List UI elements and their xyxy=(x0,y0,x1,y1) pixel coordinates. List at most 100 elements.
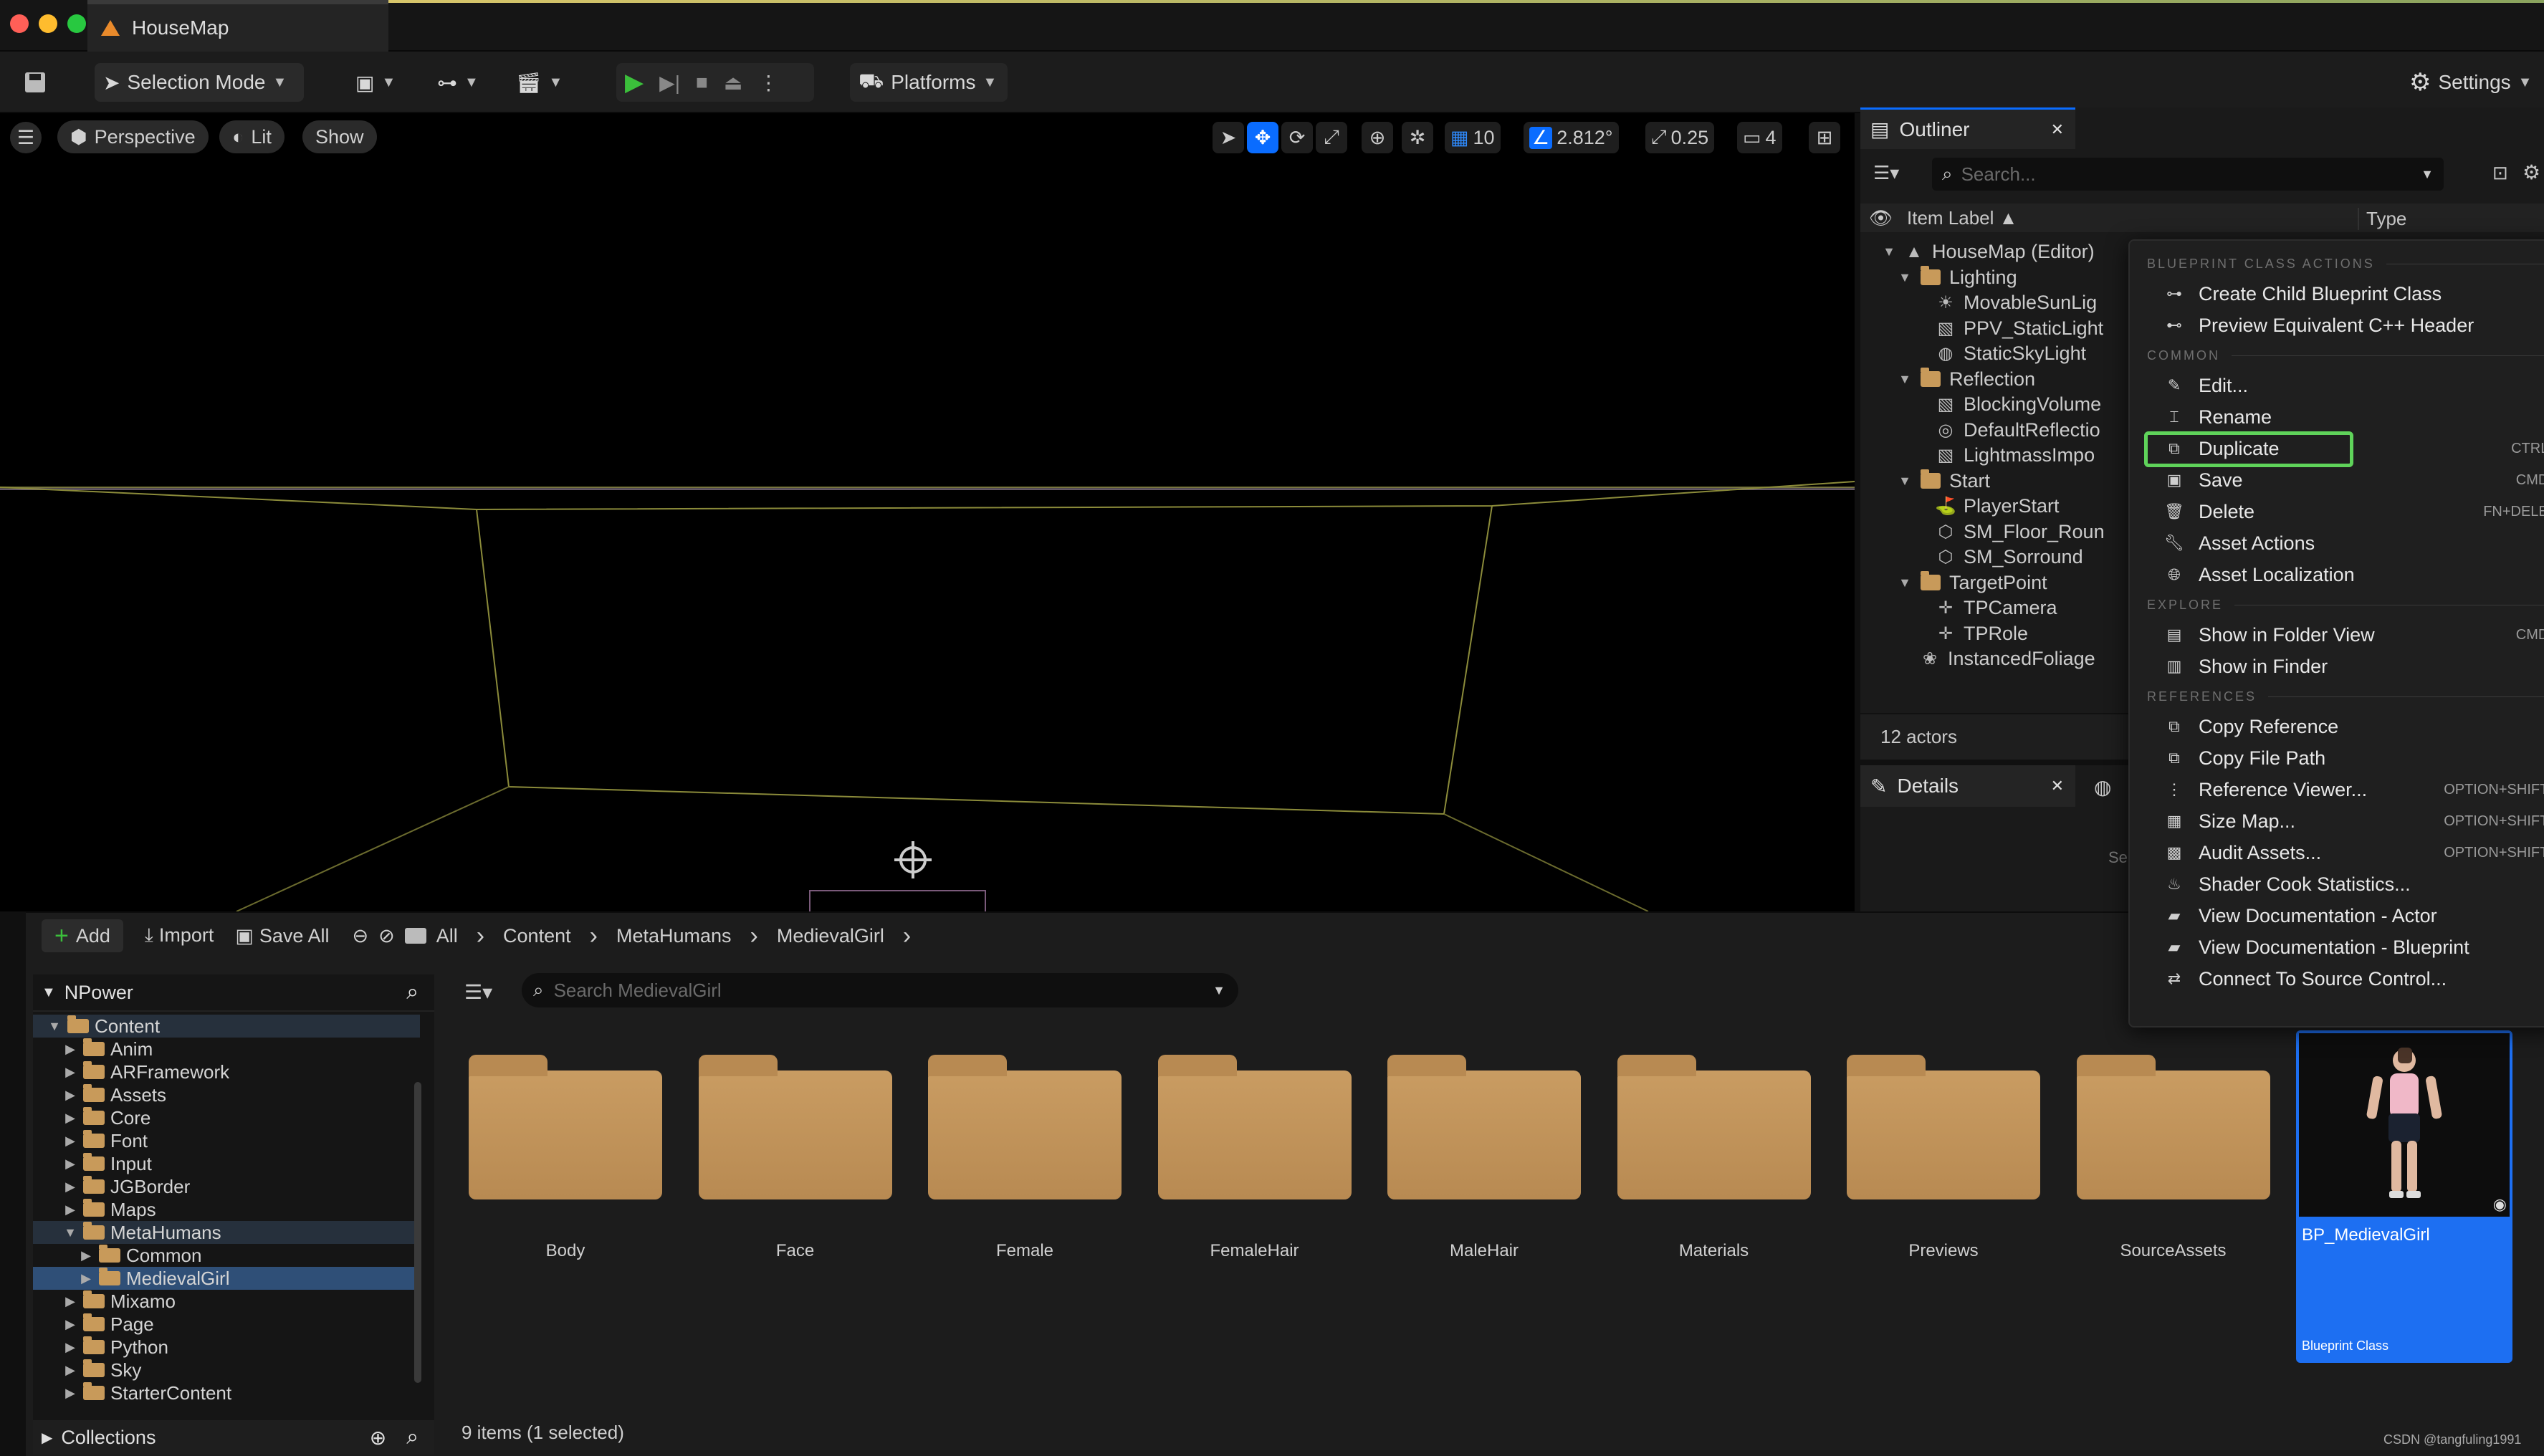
selection-mode-dropdown[interactable]: ➤ Selection Mode ▼ xyxy=(95,63,304,102)
filter-icon[interactable]: ☰▾ xyxy=(464,980,492,1004)
folder-tree-item[interactable]: ▶ Input xyxy=(33,1152,420,1175)
folder-tree-item[interactable]: ▶ Sky xyxy=(33,1359,420,1381)
outliner-row[interactable]: ✛ TPCamera xyxy=(1860,595,2133,621)
chevron-right-icon[interactable]: ▶ xyxy=(63,1134,77,1149)
outliner-row[interactable]: ▼ Reflection xyxy=(1860,367,2133,393)
chevron-right-icon[interactable]: ▶ xyxy=(63,1111,77,1126)
menu-item-view-documentation-actor[interactable]: ▰ View Documentation - Actor xyxy=(2130,900,2544,931)
visibility-eye-icon[interactable]: 👁︎ xyxy=(1869,207,1893,229)
tab-outliner[interactable]: ▤ Outliner ✕ xyxy=(1860,107,2075,149)
chevron-right-icon[interactable]: ▶ xyxy=(63,1294,77,1309)
lit-button[interactable]: ◐ Lit xyxy=(219,120,284,153)
menu-item-show-in-finder[interactable]: ▥ Show in Finder xyxy=(2130,651,2544,682)
outliner-search-input[interactable]: ⌕ Search... ▼ xyxy=(1932,158,2444,191)
chevron-down-icon[interactable]: ▼ xyxy=(1882,244,1896,259)
close-icon[interactable]: ✕ xyxy=(2051,777,2064,795)
add-folder-icon[interactable]: ⊡ xyxy=(2492,162,2508,184)
chevron-right-icon[interactable]: ▶ xyxy=(79,1271,93,1286)
chevron-down-icon[interactable]: ▼ xyxy=(63,1225,77,1240)
world-local-toggle[interactable]: ⊕ xyxy=(1362,122,1393,153)
menu-item-shader-cook-statistics[interactable]: ♨ Shader Cook Statistics... xyxy=(2130,868,2544,900)
folder-tree-item[interactable]: ▶ Core xyxy=(33,1106,420,1129)
blueprints-button[interactable]: ⊶ ▼ xyxy=(429,63,487,102)
folder-tree-item[interactable]: ▶ Common xyxy=(33,1244,420,1267)
asset-search-input[interactable]: ⌕ Search MedievalGirl ▼ xyxy=(522,973,1238,1007)
translate-tool-button[interactable]: ✥ xyxy=(1247,122,1278,153)
back-icon[interactable]: ⊖ xyxy=(352,925,368,947)
menu-item-size-map[interactable]: ▦ Size Map... OPTION+SHIFT+ xyxy=(2130,805,2544,837)
folder-tile-female[interactable]: Female xyxy=(928,1042,1122,1260)
scale-tool-button[interactable]: ⤢ xyxy=(1316,122,1347,153)
chevron-right-icon[interactable]: ▶ xyxy=(63,1317,77,1332)
asset-tile-bp-medievalgirl[interactable]: ◉ BP_MedievalGirl Blueprint Class xyxy=(2296,1030,2512,1363)
add-actor-button[interactable]: ▣ ▼ xyxy=(347,63,404,102)
chevron-right-icon[interactable]: › xyxy=(750,922,758,950)
platforms-dropdown[interactable]: ⛟ Platforms ▼ xyxy=(850,63,1008,102)
chevron-down-icon[interactable]: ▼ xyxy=(1898,575,1912,590)
outliner-row[interactable]: ▧ LightmassImpo xyxy=(1860,443,2133,469)
chevron-right-icon[interactable]: › xyxy=(477,922,484,950)
level-tab[interactable]: HouseMap xyxy=(87,0,388,52)
menu-item-rename[interactable]: ⌶RenameF xyxy=(2130,401,2544,433)
scale-snap-button[interactable]: ⤢ 0.25 xyxy=(1645,122,1715,153)
viewport-layout-button[interactable]: ⊞ xyxy=(1809,122,1840,153)
advance-frame-icon[interactable]: ▶| xyxy=(659,71,680,95)
folder-tree-item[interactable]: ▶ ARFramework xyxy=(33,1060,420,1083)
menu-item-asset-actions[interactable]: 🔧︎Asset Actions› xyxy=(2130,527,2544,559)
menu-item-edit[interactable]: ✎ Edit... xyxy=(2130,370,2544,401)
search-icon[interactable]: ⌕ xyxy=(406,1425,419,1450)
menu-item-show-in-folder-view[interactable]: ▤ Show in Folder View CMD+ xyxy=(2130,619,2544,651)
folder-tree-item[interactable]: ▶ Maps xyxy=(33,1198,420,1221)
folder-tree-item[interactable]: ▶ MedievalGirl xyxy=(33,1267,420,1290)
surface-snap-button[interactable]: ✲ xyxy=(1402,122,1433,153)
close-window-button[interactable] xyxy=(10,14,29,33)
stop-icon[interactable]: ■ xyxy=(696,71,708,94)
folder-tree-item[interactable]: ▶ Assets xyxy=(33,1083,420,1106)
level-viewport[interactable]: ☰ ⬢ Perspective ◐ Lit Show ➤ ✥ ⟳ ⤢ ⊕ ✲ ▦ 10… xyxy=(0,113,1855,911)
chevron-right-icon[interactable]: ▶ xyxy=(63,1363,77,1378)
chevron-right-icon[interactable]: ▶ xyxy=(63,1202,77,1217)
chevron-right-icon[interactable]: ▶ xyxy=(63,1042,77,1057)
menu-item-duplicate[interactable]: ⧉DuplicateCTRL+ xyxy=(2130,431,2544,467)
outliner-row[interactable]: ▧ PPV_StaticLight xyxy=(1860,316,2133,342)
outliner-row[interactable]: ◎ DefaultReflectio xyxy=(1860,418,2133,444)
folder-tile-femalehair[interactable]: FemaleHair xyxy=(1157,1042,1352,1260)
chevron-right-icon[interactable]: ▶ xyxy=(63,1386,77,1401)
outliner-row[interactable]: ✛ TPRole xyxy=(1860,621,2133,647)
viewport-menu-button[interactable]: ☰ xyxy=(10,122,42,153)
outliner-row[interactable]: ⬡ SM_Floor_Roun xyxy=(1860,519,2133,545)
project-header[interactable]: ▼ NPower ⌕ xyxy=(33,974,434,1012)
folder-tile-sourceassets[interactable]: SourceAssets xyxy=(2076,1042,2270,1260)
filter-icon[interactable]: ☰▾ xyxy=(1873,162,1899,184)
menu-item-copy-reference[interactable]: ⧉ Copy Reference xyxy=(2130,711,2544,742)
folder-tree-item[interactable]: ▶ Page xyxy=(33,1313,420,1336)
perspective-button[interactable]: ⬢ Perspective xyxy=(57,120,209,153)
menu-item-delete[interactable]: 🗑︎ Delete FN+DELET xyxy=(2130,496,2544,527)
outliner-row[interactable]: ▧ BlockingVolume xyxy=(1860,392,2133,418)
breadcrumb-item[interactable]: All xyxy=(436,925,458,947)
chevron-down-icon[interactable]: ▼ xyxy=(1898,474,1912,489)
folder-tree-item[interactable]: ▼ Content xyxy=(33,1015,420,1038)
folder-tree-item[interactable]: ▶ Python xyxy=(33,1336,420,1359)
folder-tree-item[interactable]: ▶ StarterContent xyxy=(33,1381,420,1404)
chevron-right-icon[interactable]: ▶ xyxy=(79,1248,93,1263)
folder-tile-previews[interactable]: Previews xyxy=(1847,1042,2040,1260)
gear-icon[interactable]: ⚙ xyxy=(2523,161,2540,184)
select-tool-button[interactable]: ➤ xyxy=(1213,122,1244,153)
folder-tile-malehair[interactable]: MaleHair xyxy=(1387,1042,1581,1260)
chevron-right-icon[interactable]: › xyxy=(590,922,598,950)
show-button[interactable]: Show xyxy=(302,120,377,153)
menu-item-preview-equivalent-c-header[interactable]: ⊷ Preview Equivalent C++ Header xyxy=(2130,310,2544,341)
outliner-row[interactable]: ☀ MovableSunLig xyxy=(1860,290,2133,316)
chevron-right-icon[interactable]: ▶ xyxy=(63,1179,77,1194)
folder-tree-item[interactable]: ▼ MetaHumans xyxy=(33,1221,420,1244)
chevron-down-icon[interactable]: ▼ xyxy=(1898,372,1912,387)
folder-tree-item[interactable]: ▶ Font xyxy=(33,1129,420,1152)
outliner-row[interactable]: ▼ Start xyxy=(1860,469,2133,494)
breadcrumb-item[interactable]: MetaHumans xyxy=(616,925,732,947)
folder-tile-materials[interactable]: Materials xyxy=(1617,1042,1811,1260)
eject-icon[interactable]: ⏏ xyxy=(724,71,742,95)
save-all-button[interactable]: ▣ Save All xyxy=(235,925,329,947)
breadcrumb-item[interactable]: Content xyxy=(503,925,571,947)
folder-tree-item[interactable]: ▶ Mixamo xyxy=(33,1290,420,1313)
